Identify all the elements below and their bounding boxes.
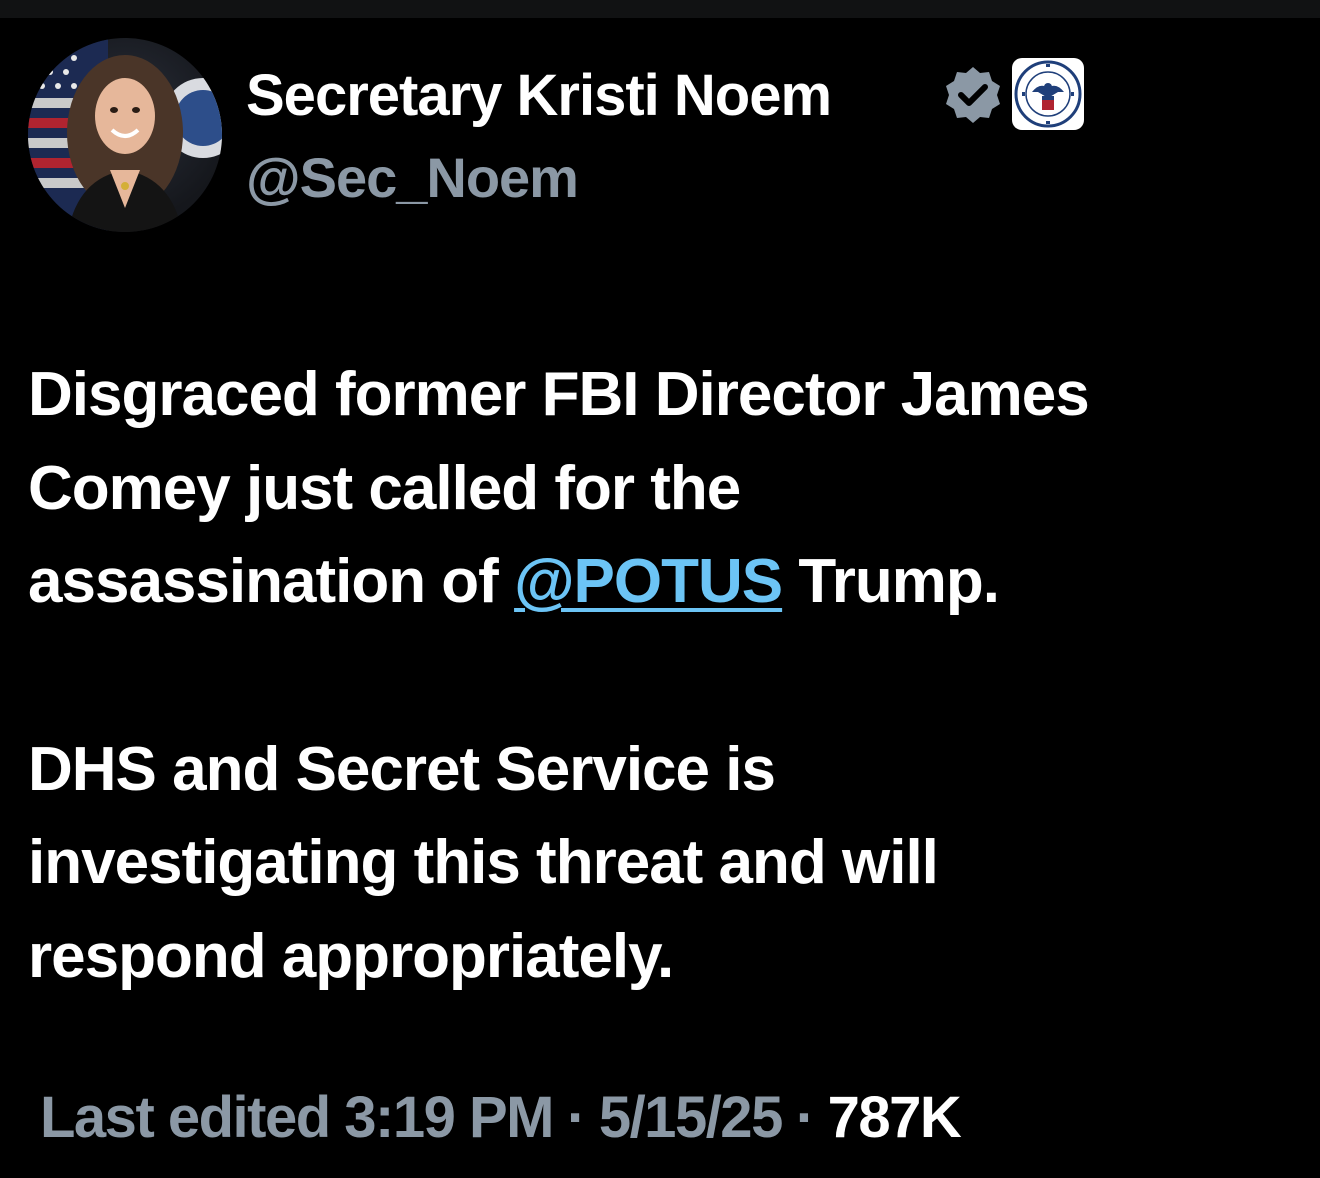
tweet-text-segment: assassination of xyxy=(28,547,515,617)
profile-photo-icon xyxy=(28,38,222,232)
user-handle[interactable]: @Sec_Noem xyxy=(246,145,579,210)
avatar[interactable] xyxy=(28,38,222,232)
tweet-line: DHS and Secret Service is xyxy=(28,734,776,804)
tweet-line: assassination of @POTUS Trump. xyxy=(28,535,1298,629)
views-count: 787K xyxy=(827,1085,962,1150)
tweet-screenshot: Secretary Kristi Noem @Sec_Noem Disgrace… xyxy=(0,0,1320,1178)
tweet-date[interactable]: 5/15/25 xyxy=(599,1085,784,1150)
display-name[interactable]: Secretary Kristi Noem xyxy=(246,62,832,129)
tweet-line: Comey just called for the xyxy=(28,453,741,523)
tweet-paragraph: Disgraced former FBI Director James Come… xyxy=(28,348,1298,629)
tweet-meta: Last edited 3:19 PM · 5/15/25 · 787K xyxy=(40,1084,962,1151)
separator-dot: · xyxy=(795,1085,815,1150)
mention-link-potus[interactable]: @POTUS xyxy=(514,547,783,616)
tweet-paragraph: DHS and Secret Service is investigating … xyxy=(28,723,1298,1004)
tweet-text: Disgraced former FBI Director James Come… xyxy=(28,348,1298,1098)
tweet-text-segment: Trump. xyxy=(782,547,1000,617)
edited-timestamp[interactable]: Last edited 3:19 PM xyxy=(40,1085,554,1150)
separator-dot: · xyxy=(566,1085,586,1150)
tweet-line: Disgraced former FBI Director James xyxy=(28,360,1090,429)
tweet-line: investigating this threat and will xyxy=(28,828,939,898)
verified-badge-icon[interactable] xyxy=(942,64,1004,126)
dhs-seal-icon[interactable] xyxy=(1012,58,1084,130)
tweet-line: respond appropriately. xyxy=(28,922,674,992)
top-bar xyxy=(0,0,1320,18)
